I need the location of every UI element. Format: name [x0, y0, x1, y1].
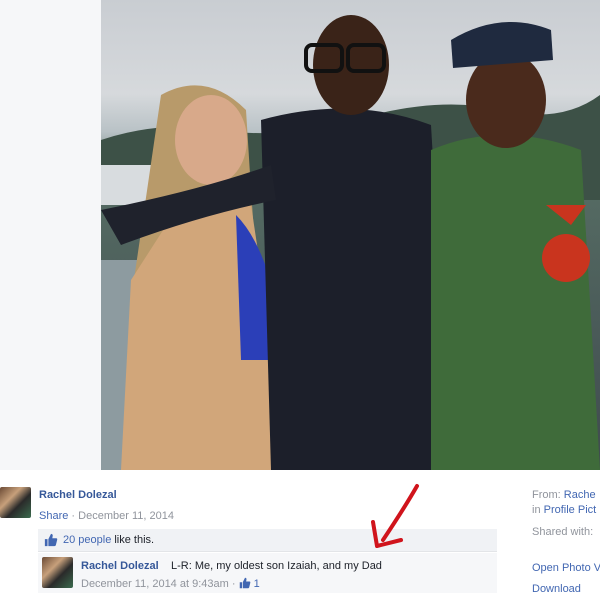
commenter-avatar[interactable] — [42, 557, 73, 588]
from-name-link[interactable]: Rache — [564, 489, 596, 501]
dad-face — [466, 52, 546, 148]
post-date[interactable]: December 11, 2014 — [78, 510, 174, 522]
page-left-margin — [0, 0, 101, 470]
comment-text: L-R: Me, my oldest son Izaiah, and my Da… — [171, 560, 382, 572]
thumbs-up-icon — [44, 533, 58, 547]
green-jacket — [431, 135, 600, 470]
red-arrow-annotation — [371, 484, 419, 548]
from-row: From: Rache — [532, 489, 596, 501]
open-photo-viewer-link[interactable]: Open Photo V — [532, 562, 600, 574]
poster-avatar[interactable] — [0, 487, 31, 518]
woman-face — [175, 95, 247, 185]
comment-like-count[interactable]: 1 — [254, 578, 260, 590]
likes-count-link[interactable]: 20 people — [63, 534, 111, 546]
from-label: From: — [532, 489, 561, 501]
download-link[interactable]: Download — [532, 583, 581, 595]
post-photo[interactable] — [101, 0, 600, 470]
album-row: in Profile Pict — [532, 504, 596, 516]
poster-name-link[interactable]: Rachel Dolezal — [39, 489, 117, 501]
dad-cap — [451, 22, 553, 68]
post-details-panel: Rachel Dolezal Share · December 11, 2014… — [0, 470, 600, 600]
comment-timestamp[interactable]: December 11, 2014 at 9:43am — [81, 578, 229, 590]
share-row: Share · December 11, 2014 — [39, 510, 174, 522]
share-separator: · — [71, 510, 76, 522]
comment-author-link[interactable]: Rachel Dolezal — [81, 560, 159, 572]
son-coat — [261, 108, 451, 470]
likes-suffix: like this. — [114, 534, 155, 546]
son-face — [313, 15, 389, 115]
shared-with-label: Shared with: — [532, 526, 594, 538]
photo-illustration — [101, 15, 600, 470]
thumbs-up-icon — [239, 577, 250, 589]
share-link[interactable]: Share — [39, 510, 68, 522]
album-link[interactable]: Profile Pict — [544, 504, 597, 516]
comment: Rachel Dolezal L-R: Me, my oldest son Iz… — [38, 553, 497, 593]
jacket-patch — [542, 234, 590, 282]
comment-meta: December 11, 2014 at 9:43am · 1 — [81, 577, 260, 590]
likes-bar: 20 people like this. — [38, 529, 497, 552]
comment-meta-separator: · — [231, 578, 236, 590]
album-prefix: in — [532, 504, 541, 516]
